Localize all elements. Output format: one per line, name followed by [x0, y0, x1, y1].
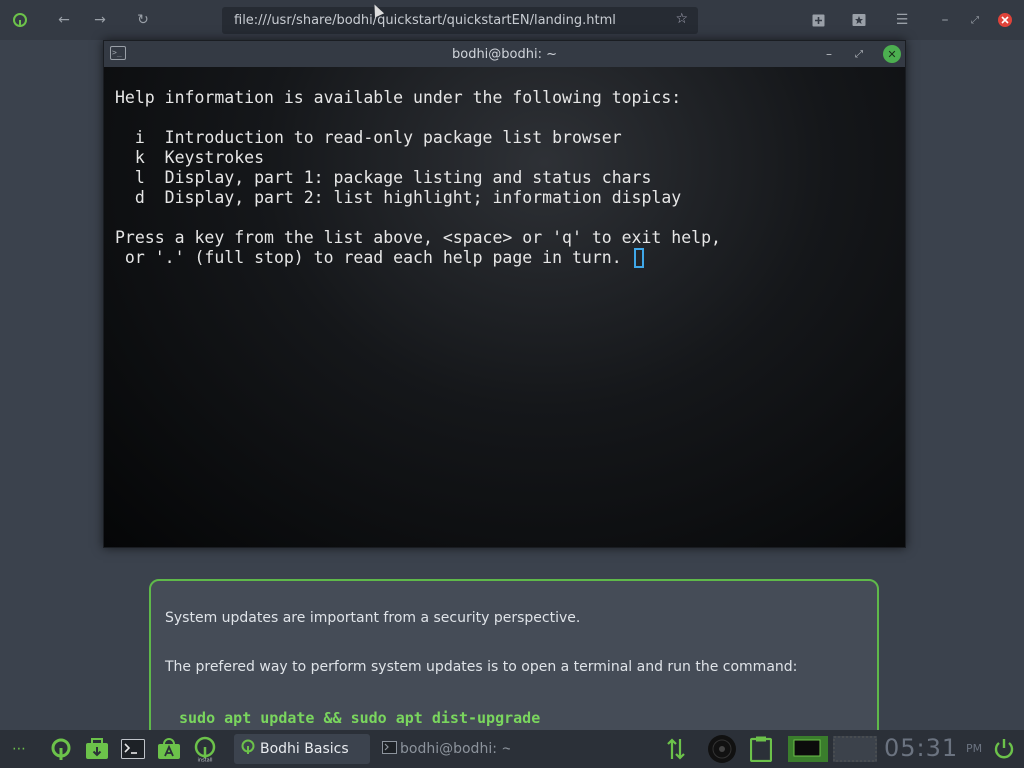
terminal-line: Press a key from the list above, <space>… [115, 228, 721, 247]
terminal-prompt-line: or '.' (full stop) to read each help pag… [115, 248, 644, 268]
forward-icon[interactable]: → [90, 10, 110, 30]
info-text-instructions: The prefered way to perform system updat… [165, 659, 798, 675]
restore-icon[interactable]: ⤢ [965, 10, 985, 30]
terminal-line: or '.' (full stop) to read each help pag… [115, 248, 632, 267]
terminal-minimize-button[interactable]: – [820, 45, 838, 63]
menu-icon[interactable]: ☰ [892, 10, 912, 30]
more-apps-icon[interactable]: ⋯ [5, 735, 33, 763]
network-transfer-icon[interactable] [662, 735, 690, 763]
new-tab-icon[interactable] [808, 10, 828, 30]
close-icon[interactable] [995, 10, 1015, 30]
terminal-output[interactable]: Help information is available under the … [104, 67, 905, 547]
minimize-icon[interactable]: – [935, 10, 955, 30]
desktop-pager-active[interactable] [788, 735, 828, 763]
install-icon[interactable]: install [191, 735, 219, 763]
bodhi-logo-icon[interactable] [10, 10, 30, 30]
clock-ampm: PM [966, 742, 983, 755]
taskbar-task-bodhi-basics[interactable]: Bodhi Basics [234, 734, 370, 764]
info-text-security: System updates are important from a secu… [165, 610, 581, 626]
url-text: file:///usr/share/bodhi/quickstart/quick… [234, 13, 616, 28]
terminal-maximize-button[interactable]: ⤢ [850, 45, 868, 63]
terminal-close-button[interactable]: ✕ [883, 45, 901, 63]
app-store-icon[interactable] [155, 735, 183, 763]
taskbar-task-label: Bodhi Basics [260, 741, 349, 757]
bodhi-menu-icon[interactable] [47, 735, 75, 763]
terminal-line: i Introduction to read-only package list… [115, 128, 622, 147]
power-icon[interactable] [990, 735, 1018, 763]
clipboard-icon[interactable] [747, 735, 775, 763]
terminal-line: l Display, part 1: package listing and s… [115, 168, 652, 187]
media-player-icon[interactable] [706, 735, 738, 763]
desktop-pager-inactive[interactable] [833, 735, 877, 763]
browser-toolbar: ← → ↻ file:///usr/share/bodhi/quickstart… [0, 0, 1024, 40]
back-icon[interactable]: ← [54, 10, 74, 30]
terminal-icon: >_ [110, 46, 126, 60]
taskbar-task-label: bodhi@bodhi: ~ [400, 741, 510, 757]
reload-icon[interactable]: ↻ [133, 10, 153, 30]
package-manager-icon[interactable] [83, 735, 111, 763]
terminal-line: d Display, part 2: list highlight; infor… [115, 188, 682, 207]
terminal-title: bodhi@bodhi: ~ [451, 46, 558, 62]
terminal-cursor [633, 248, 644, 268]
bodhi-logo-icon [240, 739, 256, 759]
terminal-line: k Keystrokes [115, 148, 265, 167]
url-bar[interactable]: file:///usr/share/bodhi/quickstart/quick… [222, 7, 698, 34]
taskbar: ⋯ install Bodhi Basics bodhi@bodhi: ~ 05… [0, 730, 1024, 768]
bookmarks-icon[interactable] [849, 10, 869, 30]
svg-text:install: install [198, 758, 213, 763]
terminal-line: Help information is available under the … [115, 88, 682, 107]
taskbar-task-terminal[interactable]: bodhi@bodhi: ~ [376, 734, 516, 764]
info-card: System updates are important from a secu… [149, 579, 879, 749]
terminal-launcher-icon[interactable] [119, 735, 147, 763]
bookmark-star-icon[interactable]: ☆ [675, 11, 688, 27]
terminal-window[interactable]: >_ bodhi@bodhi: ~ – ⤢ ✕ Help information… [103, 40, 906, 548]
clock-time[interactable]: 05:31 [884, 734, 958, 762]
terminal-titlebar[interactable]: >_ bodhi@bodhi: ~ – ⤢ ✕ [104, 41, 905, 67]
terminal-icon [382, 740, 397, 758]
update-command: sudo apt update && sudo apt dist-upgrade [179, 709, 541, 727]
